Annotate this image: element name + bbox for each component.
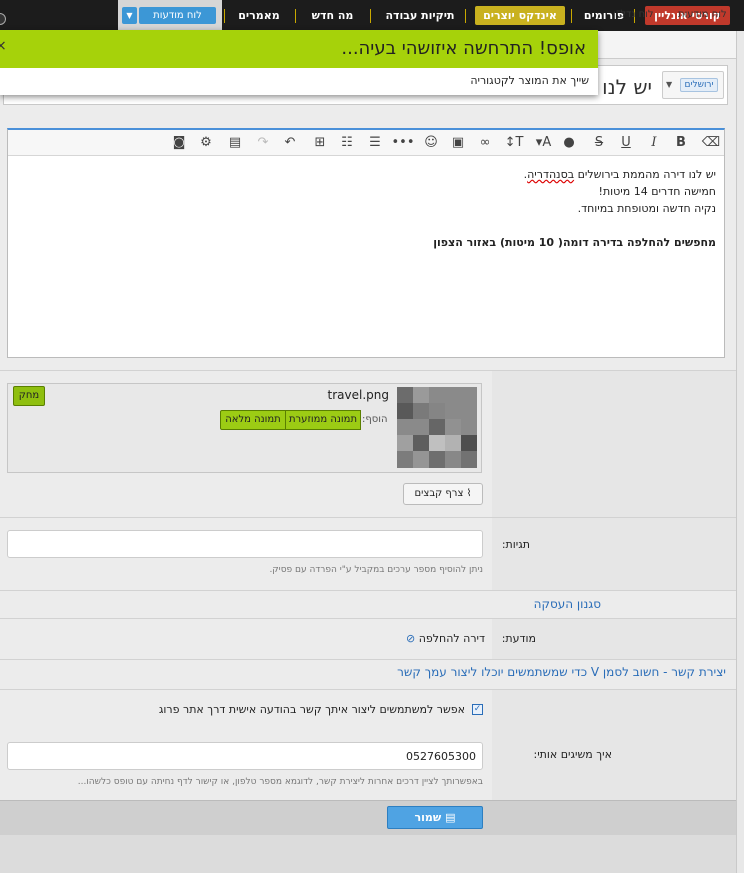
- label-column: [492, 371, 736, 517]
- nav-divider: [224, 9, 225, 23]
- list-icon[interactable]: ☷: [334, 133, 360, 153]
- subnav-realestate[interactable]: לוח נדל"ן: [613, 9, 654, 20]
- nav-portfolios[interactable]: תיקיות עבודה: [380, 0, 460, 31]
- page-background: [0, 835, 736, 873]
- row-divider: [0, 590, 736, 591]
- label-column: [492, 690, 736, 800]
- camera-icon[interactable]: ◙: [168, 133, 190, 153]
- undo-icon[interactable]: ↶: [279, 133, 301, 153]
- insert-label: הוסף:: [362, 414, 388, 425]
- font-family-icon[interactable]: A▾: [531, 133, 556, 153]
- reach-me-hint: באפשרותך לציין דרכים אחרות ליצירת קשר, ל…: [77, 777, 483, 787]
- editor-content[interactable]: יש לנו דירה מהממת בירושלים בסנהדריה. חמי…: [20, 166, 716, 251]
- spelling-error: בסנהדריה: [527, 168, 575, 181]
- more-insert-icon[interactable]: •••: [390, 133, 416, 153]
- underline-icon[interactable]: U: [615, 133, 637, 153]
- font-size-icon[interactable]: T↕: [500, 133, 528, 153]
- text-color-icon[interactable]: ●: [558, 133, 580, 153]
- tags-hint: ניתן להוסיף מספר ערכים במקביל ע"י הפרדה …: [269, 565, 483, 575]
- form-footer: [0, 800, 736, 835]
- prefix-label[interactable]: ירושלים: [680, 78, 718, 92]
- editor-line-2: חמישה חדרים 14 מיטות!: [598, 185, 716, 198]
- allow-contact-checkbox[interactable]: ✓: [472, 704, 483, 715]
- table-icon[interactable]: ⊞: [309, 133, 331, 153]
- editor-line-1: יש לנו דירה מהממת בירושלים בסנהדריה.: [20, 166, 716, 183]
- allow-contact-label[interactable]: אפשר למשתמשים ליצור איתך קשר בהודעה אישי…: [145, 703, 465, 716]
- save-label: שמור: [414, 811, 442, 824]
- insert-thumbnail-button[interactable]: תמונה ממוזערת: [285, 410, 361, 430]
- attachment-thumbnail[interactable]: [397, 387, 477, 468]
- gear-icon[interactable]: ⚙: [195, 133, 217, 153]
- paperclip-icon: ⌇: [463, 488, 472, 499]
- nav-divider: [571, 9, 572, 23]
- thumbnail-image: [397, 387, 477, 468]
- insert-full-image-button[interactable]: תמונה מלאה: [220, 410, 286, 430]
- strikethrough-icon[interactable]: S: [588, 133, 610, 153]
- nav-board-button[interactable]: לוח מודעות: [139, 7, 216, 24]
- nav-articles[interactable]: מאמרים: [228, 0, 290, 31]
- label-column: [492, 518, 736, 590]
- chevron-down-icon[interactable]: ▼: [122, 7, 137, 24]
- nav-divider: [370, 9, 371, 23]
- bold-icon[interactable]: B: [670, 133, 692, 153]
- close-icon[interactable]: ×: [0, 38, 7, 54]
- delete-attachment-button[interactable]: מחק: [13, 386, 45, 406]
- italic-icon[interactable]: I: [643, 133, 665, 153]
- save-draft-icon[interactable]: ▤: [222, 133, 248, 153]
- nav-divider: [465, 9, 466, 23]
- error-alert-title: אופס! התרחשה איזושהי בעיה...: [341, 38, 586, 59]
- editor-line-5: מחפשים להחלפה בדירה דומה( 10 מיטות) באזו…: [433, 236, 716, 249]
- nav-whats-new[interactable]: מה חדש: [300, 0, 365, 31]
- smilie-icon[interactable]: ☺: [420, 133, 442, 153]
- editor-line-3: נקיה חדשה ומטופחת במיוחד.: [577, 202, 716, 215]
- label-value[interactable]: דירה להחלפה ⊘: [395, 632, 485, 645]
- row-divider: [0, 659, 736, 660]
- save-icon: ▤: [441, 811, 456, 824]
- tags-label: תגיות:: [501, 538, 530, 551]
- label-field-label: מודעת:: [501, 632, 536, 645]
- image-icon[interactable]: ▣: [447, 133, 469, 153]
- link-icon[interactable]: ∞: [474, 133, 496, 153]
- style-section-heading: סגנון העסקה: [533, 597, 601, 611]
- attach-files-label: צרף קבצים: [414, 488, 464, 499]
- align-icon[interactable]: ☰: [362, 133, 388, 153]
- phone-input[interactable]: [7, 742, 483, 770]
- subnav-board[interactable]: לוח מודעות: [678, 9, 727, 20]
- attach-files-button[interactable]: ⌇ צרף קבצים: [403, 483, 483, 505]
- contact-section-heading: יצירת קשר - חשוב לסמן V כדי שמשתמשים יוכ…: [397, 665, 726, 679]
- redo-icon[interactable]: ↷: [252, 133, 274, 153]
- editor-text: יש לנו דירה מהממת בירושלים: [574, 168, 716, 181]
- error-alert-message: שייך את המוצר לקטגוריה: [470, 74, 589, 87]
- nav-divider: [295, 9, 296, 23]
- editor-line-4: [20, 217, 716, 234]
- tags-input[interactable]: [7, 530, 483, 558]
- attachment-filename[interactable]: travel.png: [240, 388, 389, 402]
- clear-format-icon[interactable]: ⌫: [700, 133, 722, 153]
- nav-index[interactable]: אינדקס יוצרים: [475, 6, 565, 25]
- check-circle-icon: ⊘: [405, 632, 416, 645]
- page-scrollbar[interactable]: [736, 31, 744, 873]
- save-button[interactable]: ▤ שמור: [387, 806, 483, 829]
- label-text: דירה להחלפה: [418, 632, 485, 645]
- chevron-down-icon[interactable]: ▼: [666, 80, 672, 89]
- reach-me-label: איך משיגים אותי:: [533, 748, 612, 761]
